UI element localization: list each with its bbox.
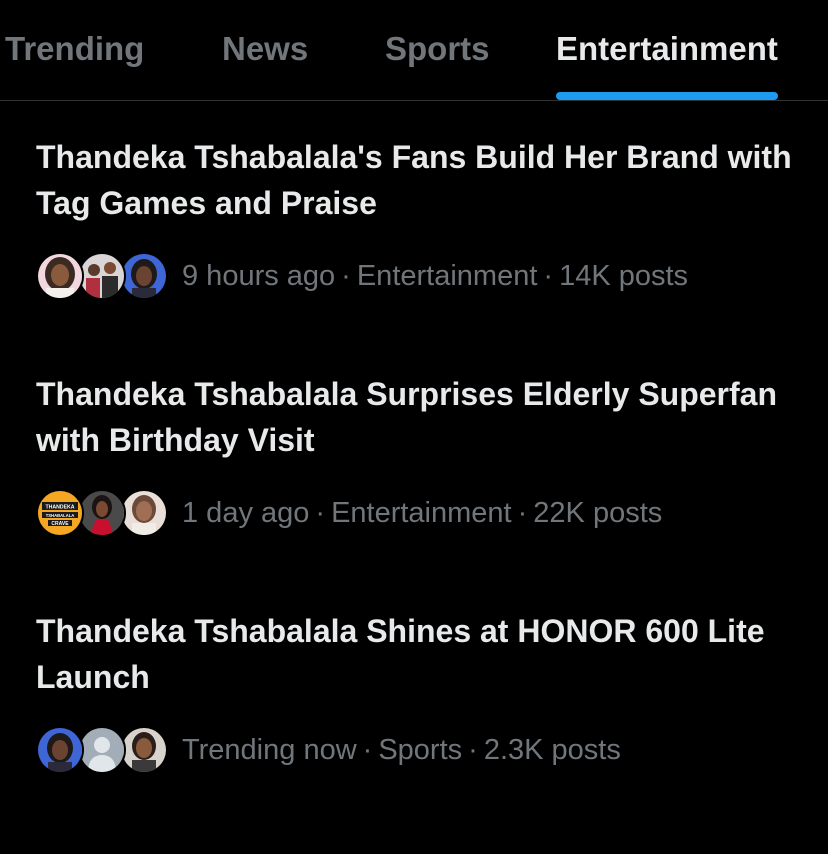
story-headline[interactable]: Thandeka Tshabalala's Fans Build Her Bra… [36,134,806,226]
story-meta: Trending now · Sports · 2.3K posts [182,733,621,766]
story-meta-row: 9 hours ago · Entertainment · 14K posts [36,251,688,301]
tab-entertainment[interactable]: Entertainment [556,30,778,100]
woman-blue-background-avatar[interactable] [120,252,168,300]
story-meta: 9 hours ago · Entertainment · 14K posts [182,259,689,292]
avatar-stack [36,252,168,300]
woman-portrait-avatar[interactable] [120,726,168,774]
story-post-count: 14K posts [559,259,689,292]
story-meta: 1 day ago · Entertainment · 22K posts [182,496,663,529]
tab-entertainment-label: Entertainment [556,30,778,67]
tab-trending[interactable]: Trending [5,30,144,100]
story-post-count: 22K posts [533,496,663,529]
story-headline[interactable]: Thandeka Tshabalala Shines at HONOR 600 … [36,608,806,700]
active-tab-indicator [556,92,778,100]
avatar-stack: THANDEKA TSHABALALA CRAVE [36,489,168,537]
story-time: 9 hours ago [182,259,336,292]
story-headline[interactable]: Thandeka Tshabalala Surprises Elderly Su… [36,371,806,463]
story-time: Trending now [182,733,357,766]
group-photo-avatar[interactable] [78,252,126,300]
logo-text-line-3: CRAVE [51,521,69,527]
trend-story[interactable]: Thandeka Tshabalala Surprises Elderly Su… [36,371,806,537]
story-time: 1 day ago [182,496,310,529]
tab-bar: Trending News Sports Entertainment [0,0,828,101]
logo-text-line-1: THANDEKA [45,505,74,511]
tab-sports[interactable]: Sports [385,30,490,100]
story-post-count: 2.3K posts [483,733,621,766]
story-category[interactable]: Sports [378,734,462,766]
avatar-stack [36,726,168,774]
logo-text-line-2: TSHABALALA [46,513,75,518]
story-category[interactable]: Entertainment [331,497,512,529]
trend-story[interactable]: Thandeka Tshabalala's Fans Build Her Bra… [36,134,806,300]
story-category[interactable]: Entertainment [357,260,538,292]
woman-portrait-avatar[interactable] [36,252,84,300]
woman-blue-background-avatar[interactable] [36,726,84,774]
woman-red-dress-avatar[interactable] [78,489,126,537]
trend-story[interactable]: Thandeka Tshabalala Shines at HONOR 600 … [36,608,806,774]
story-meta-row: Trending now · Sports · 2.3K posts [36,725,621,775]
default-user-avatar[interactable] [78,726,126,774]
woman-portrait-avatar[interactable] [120,489,168,537]
tab-news[interactable]: News [222,30,308,100]
fan-club-logo-avatar[interactable]: THANDEKA TSHABALALA CRAVE [36,489,84,537]
story-meta-row: THANDEKA TSHABALALA CRAVE 1 day ago · En… [36,488,662,538]
